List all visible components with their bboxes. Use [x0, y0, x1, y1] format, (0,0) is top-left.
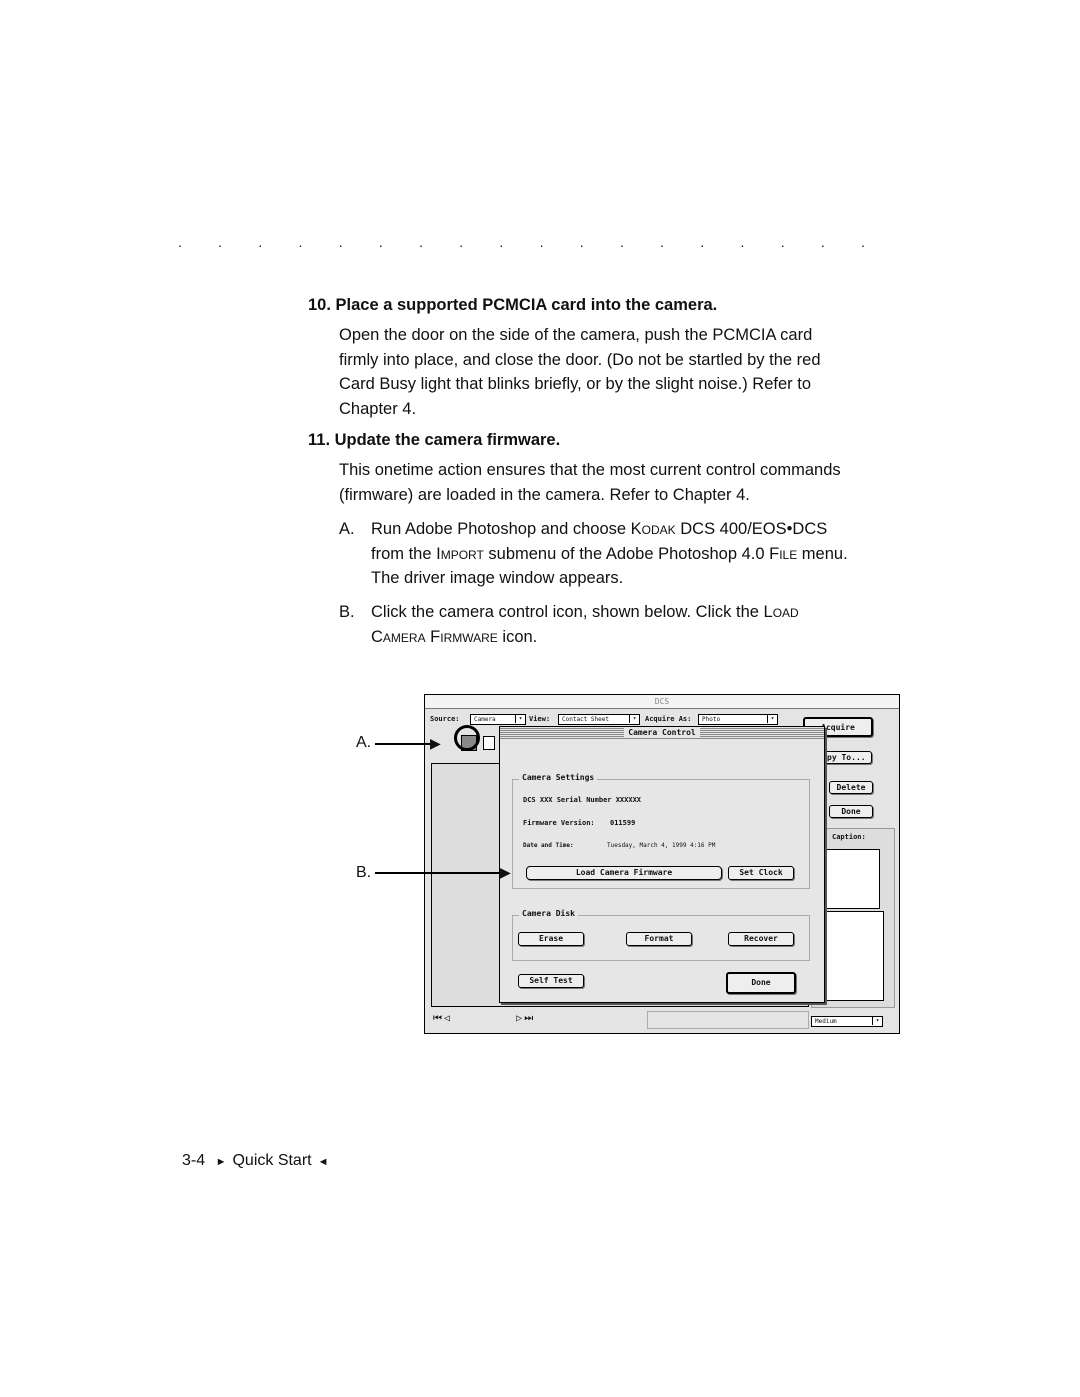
callout-b-label: B. — [356, 864, 372, 881]
properties-icon[interactable] — [483, 736, 495, 750]
preview-area — [816, 911, 884, 1001]
dcs-driver-window: DCS Source: Camera View: Contact Sheet A… — [424, 694, 900, 1034]
size-select[interactable]: Medium — [811, 1016, 883, 1027]
datetime-label: Date and Time: — [523, 842, 574, 849]
dialog-done-button[interactable]: Done — [726, 972, 796, 994]
step-10-heading: 10. Place a supported PCMCIA card into t… — [308, 296, 718, 314]
firmware-label: Firmware Version: — [523, 819, 595, 827]
window-title: DCS — [425, 695, 899, 709]
step-11-heading: 11. Update the camera firmware. — [308, 431, 561, 449]
arrow-head-icon: ▶ — [430, 735, 441, 751]
right-triangle-icon: ► — [215, 1156, 227, 1168]
substep-b-text: Click the camera control icon, shown bel… — [371, 603, 799, 646]
text-line: Open the door on the side of the camera,… — [339, 326, 813, 344]
set-clock-button[interactable]: Set Clock — [728, 866, 794, 880]
erase-button[interactable]: Erase — [518, 932, 584, 946]
step-10-body: Open the door on the side of the camera,… — [339, 323, 899, 422]
dialog-title: Camera Control — [624, 728, 700, 737]
substep-marker: A. — [339, 520, 355, 538]
caption-field[interactable] — [816, 849, 880, 909]
load-camera-firmware-button[interactable]: Load Camera Firmware — [526, 866, 722, 880]
serial-number: DCS XXX Serial Number XXXXXX — [523, 796, 642, 804]
substep-a: A. Run Adobe Photoshop and choose Kodak … — [339, 517, 899, 591]
datetime-value: Tuesday, March 4, 1999 4:16 PM — [607, 842, 716, 849]
footer-title: Quick Start — [232, 1152, 312, 1169]
acquire-as-label: Acquire As: — [645, 715, 692, 723]
substep-a-text: Run Adobe Photoshop and choose Kodak DCS… — [371, 520, 848, 588]
format-button[interactable]: Format — [626, 932, 692, 946]
source-select[interactable]: Camera — [470, 714, 526, 725]
source-label: Source: — [430, 715, 460, 723]
delete-button[interactable]: Delete — [829, 781, 873, 794]
view-label: View: — [529, 715, 551, 723]
camera-settings-group: Camera Settings DCS XXX Serial Number XX… — [512, 773, 810, 889]
camera-disk-group: Camera Disk Erase Format Recover — [512, 909, 810, 961]
dotted-divider: . . . . . . . . . . . . . . . . . . . . … — [178, 234, 894, 248]
text-line: firmly into place, and close the door. (… — [339, 350, 821, 369]
camera-control-dialog: Camera Control Camera Settings DCS XXX S… — [499, 726, 825, 1003]
acquire-as-select[interactable]: Photo — [698, 714, 778, 725]
firmware-value: 011599 — [610, 819, 636, 827]
group-label: Camera Settings — [519, 773, 598, 782]
navigation-controls[interactable]: ⏮◁ ▷⏭ — [433, 1013, 553, 1029]
text-line: This onetime action ensures that the mos… — [339, 461, 841, 479]
substep-b: B. Click the camera control icon, shown … — [339, 600, 899, 649]
dialog-titlebar[interactable]: Camera Control — [500, 727, 824, 739]
done-button[interactable]: Done — [829, 805, 873, 818]
callout-a-label: A. — [356, 734, 372, 751]
text-line: Card Busy light that blinks briefly, or … — [339, 375, 811, 394]
step-11-body: This onetime action ensures that the mos… — [339, 458, 909, 507]
view-select[interactable]: Contact Sheet — [558, 714, 640, 725]
page-number: 3-4 — [182, 1152, 206, 1169]
group-label: Camera Disk — [519, 909, 578, 918]
recover-button[interactable]: Recover — [728, 932, 794, 946]
left-triangle-icon: ◄ — [317, 1156, 329, 1168]
arrow-head-icon: ▶ — [500, 864, 511, 880]
status-bar — [647, 1011, 809, 1029]
text-line: (firmware) are loaded in the camera. Ref… — [339, 485, 750, 504]
substep-marker: B. — [339, 603, 355, 621]
callout-a-arrow — [375, 743, 435, 745]
callout-b-arrow — [375, 872, 505, 874]
text-line: Chapter 4. — [339, 400, 417, 419]
highlight-circle — [454, 725, 480, 751]
self-test-button[interactable]: Self Test — [518, 974, 584, 988]
caption-label: Caption: — [832, 833, 866, 841]
page-footer: 3-4 ► Quick Start ◄ — [182, 1152, 329, 1170]
